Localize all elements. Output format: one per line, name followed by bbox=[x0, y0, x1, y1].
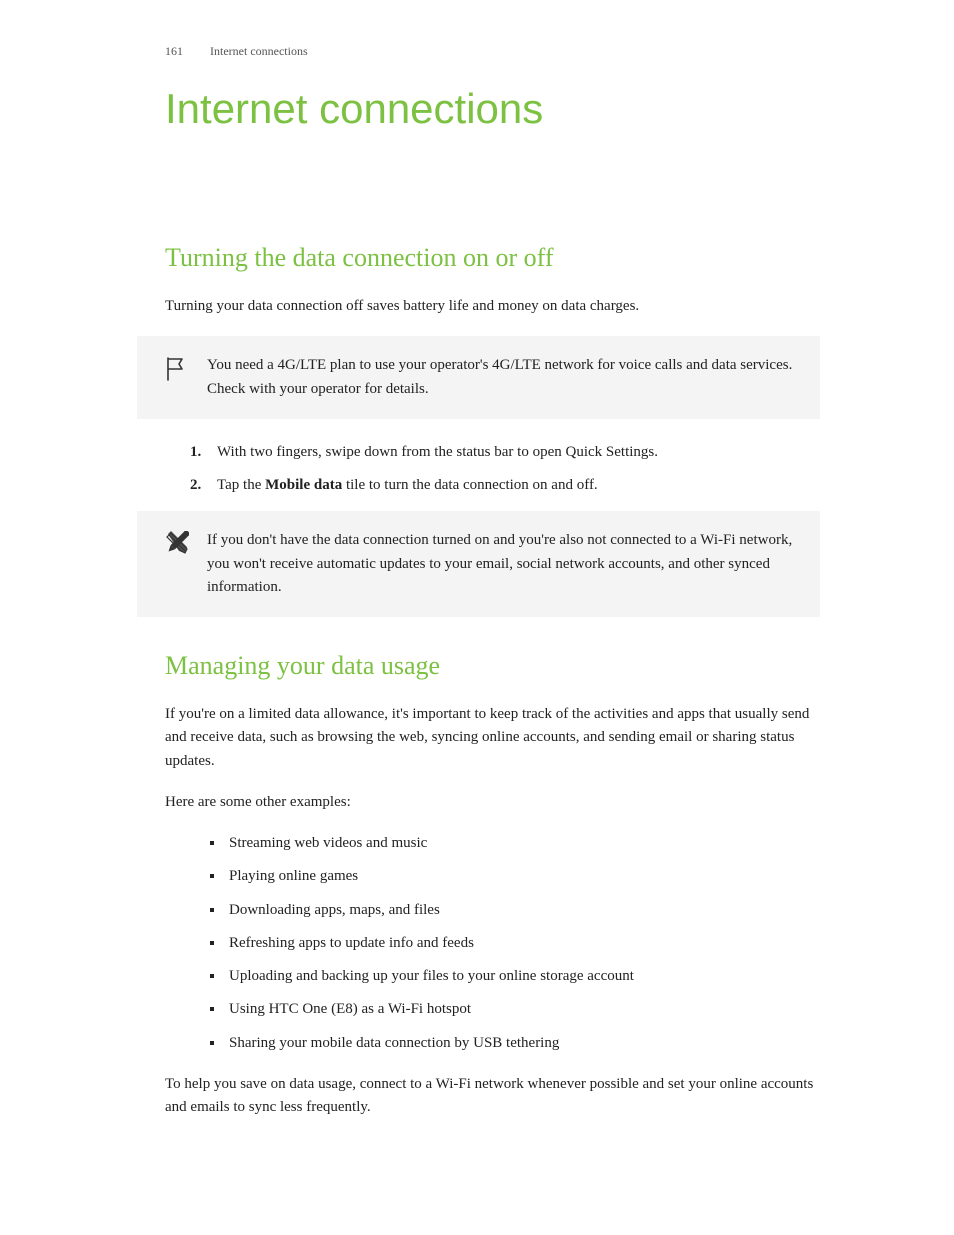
step-item: With two fingers, swipe down from the st… bbox=[205, 441, 820, 464]
list-item: Streaming web videos and music bbox=[225, 832, 820, 855]
chapter-name: Internet connections bbox=[210, 44, 308, 58]
document-page: 161 Internet connections Internet connec… bbox=[0, 0, 954, 1177]
step-text-bold: Mobile data bbox=[265, 477, 342, 493]
body-paragraph: If you're on a limited data allowance, i… bbox=[165, 703, 820, 773]
list-item: Downloading apps, maps, and files bbox=[225, 899, 820, 922]
important-note: You need a 4G/LTE plan to use your opera… bbox=[137, 336, 820, 419]
list-item: Using HTC One (E8) as a Wi-Fi hotspot bbox=[225, 998, 820, 1021]
list-item: Refreshing apps to update info and feeds bbox=[225, 932, 820, 955]
note-text: If you don't have the data connection tu… bbox=[207, 529, 800, 599]
step-text: Tap the bbox=[217, 477, 265, 493]
section-heading-data-usage: Managing your data usage bbox=[165, 651, 820, 681]
tip-note: If you don't have the data connection tu… bbox=[137, 511, 820, 617]
section-heading-data-connection: Turning the data connection on or off bbox=[165, 243, 820, 273]
intro-paragraph: Turning your data connection off saves b… bbox=[165, 295, 820, 318]
step-item: Tap the Mobile data tile to turn the dat… bbox=[205, 474, 820, 497]
list-item: Playing online games bbox=[225, 865, 820, 888]
page-number: 161 bbox=[165, 44, 183, 58]
list-item: Uploading and backing up your files to y… bbox=[225, 965, 820, 988]
body-paragraph: Here are some other examples: bbox=[165, 791, 820, 814]
examples-list: Streaming web videos and music Playing o… bbox=[165, 832, 820, 1055]
list-item: Sharing your mobile data connection by U… bbox=[225, 1032, 820, 1055]
pencil-icon bbox=[165, 531, 189, 563]
page-header: 161 Internet connections bbox=[165, 44, 820, 59]
page-title: Internet connections bbox=[165, 85, 820, 133]
step-text: tile to turn the data connection on and … bbox=[342, 477, 597, 493]
flag-icon bbox=[165, 356, 189, 390]
steps-list: With two fingers, swipe down from the st… bbox=[165, 441, 820, 498]
note-text: You need a 4G/LTE plan to use your opera… bbox=[207, 354, 800, 401]
closing-paragraph: To help you save on data usage, connect … bbox=[165, 1073, 820, 1120]
